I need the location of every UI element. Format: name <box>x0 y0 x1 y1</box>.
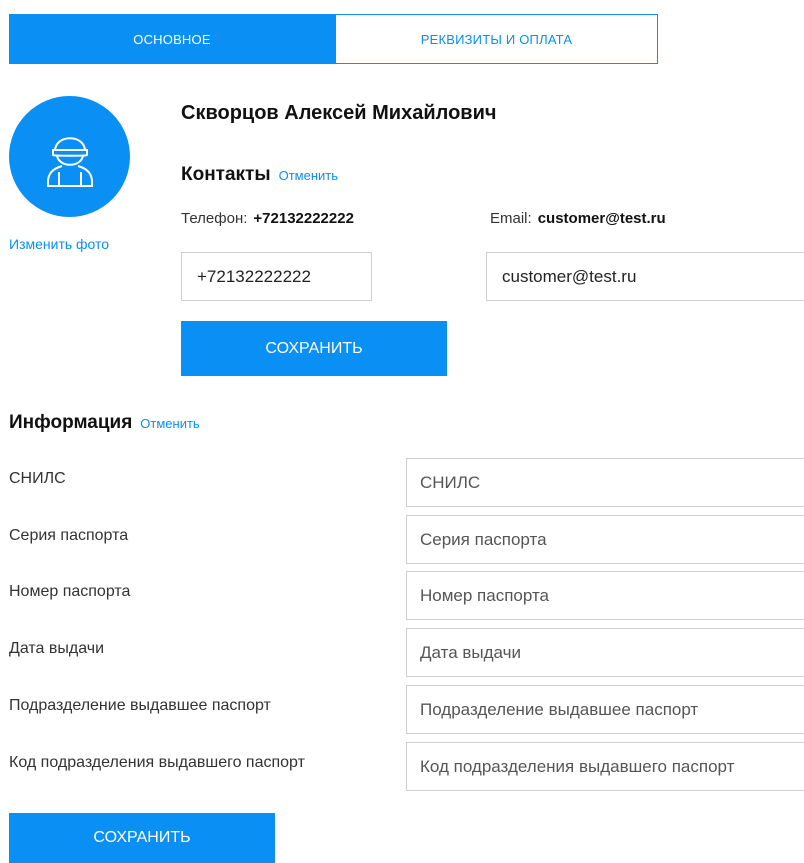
passport-number-placeholder: Номер паспорта <box>420 585 550 605</box>
snils-placeholder: СНИЛС <box>420 472 481 492</box>
user-icon <box>46 136 93 187</box>
passport-series-label: Серия паспорта <box>9 527 129 544</box>
avatar[interactable] <box>9 96 130 217</box>
information-cancel-link[interactable]: Отменить <box>140 416 199 431</box>
information-header: Информация Отменить <box>9 412 200 434</box>
save-contacts-label: СОХРАНИТЬ <box>265 339 363 357</box>
email-display: Email: customer@test.ru <box>490 210 666 227</box>
department-code-input[interactable]: Код подразделения выдавшего паспорт <box>406 742 804 791</box>
contacts-cancel-link[interactable]: Отменить <box>279 168 338 183</box>
issue-date-placeholder: Дата выдачи <box>420 642 521 662</box>
information-title: Информация <box>9 412 133 433</box>
passport-number-input[interactable]: Номер паспорта <box>406 571 804 620</box>
phone-label: Телефон: <box>181 210 248 227</box>
phone-input[interactable]: +72132222222 <box>181 252 372 301</box>
issuing-department-placeholder: Подразделение выдавшее паспорт <box>420 699 699 719</box>
issuing-department-label: Подразделение выдавшее паспорт <box>9 697 271 714</box>
save-information-label: СОХРАНИТЬ <box>93 829 191 846</box>
phone-display: Телефон: +72132222222 <box>181 210 354 227</box>
passport-number-label: Номер паспорта <box>9 583 131 600</box>
issuing-department-input[interactable]: Подразделение выдавшее паспорт <box>406 685 804 734</box>
snils-input[interactable]: СНИЛС <box>406 458 804 507</box>
email-label: Email: <box>490 210 532 227</box>
phone-value: +72132222222 <box>253 210 354 227</box>
department-code-placeholder: Код подразделения выдавшего паспорт <box>420 756 735 776</box>
profile-name: Скворцов Алексей Михайлович <box>181 102 497 124</box>
tab-requisites-label: РЕКВИЗИТЫ И ОПЛАТА <box>420 31 573 47</box>
snils-label: СНИЛС <box>9 470 66 487</box>
issue-date-input[interactable]: Дата выдачи <box>406 628 804 677</box>
email-value: customer@test.ru <box>537 210 666 227</box>
save-contacts-button[interactable]: СОХРАНИТЬ <box>181 321 447 376</box>
phone-input-value: +72132222222 <box>197 266 311 286</box>
contacts-header: Контакты Отменить <box>181 164 338 186</box>
tab-main[interactable]: ОСНОВНОЕ <box>9 14 335 64</box>
passport-series-input[interactable]: Серия паспорта <box>406 515 804 564</box>
email-input-value: customer@test.ru <box>502 266 637 286</box>
contacts-title: Контакты <box>181 164 271 185</box>
tab-requisites-payment[interactable]: РЕКВИЗИТЫ И ОПЛАТА <box>335 14 658 64</box>
email-input[interactable]: customer@test.ru <box>486 252 804 301</box>
change-photo-link[interactable]: Изменить фото <box>9 236 109 252</box>
passport-series-placeholder: Серия паспорта <box>420 529 547 549</box>
save-information-button[interactable]: СОХРАНИТЬ <box>9 813 275 863</box>
issue-date-label: Дата выдачи <box>9 640 105 657</box>
tab-main-label: ОСНОВНОЕ <box>133 31 211 47</box>
department-code-label: Код подразделения выдавшего паспорт <box>9 754 305 771</box>
